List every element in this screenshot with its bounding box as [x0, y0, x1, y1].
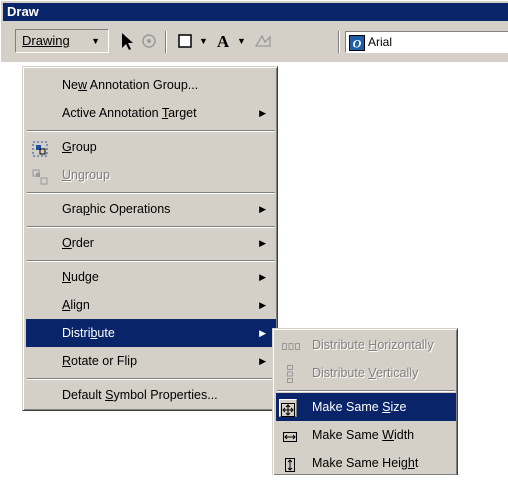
submenu-item-make-same-height[interactable]: Make Same Height [276, 449, 456, 477]
menu-separator [27, 226, 275, 228]
text-dropdown-icon[interactable]: ▼ [237, 31, 246, 51]
toolbar-separator [338, 31, 340, 53]
menu-item-label: New Annotation Group... [62, 78, 199, 92]
drawing-menu-label: Drawing [22, 33, 70, 48]
submenu-arrow-icon: ▶ [259, 108, 266, 118]
drawing-menu-button[interactable]: Drawing ▼ [15, 29, 109, 53]
submenu-item-label: Distribute Horizontally [312, 338, 434, 352]
menu-item-default-symbol-properties[interactable]: Default Symbol Properties... [26, 381, 276, 409]
toolbar-separator [165, 31, 167, 53]
svg-text:A: A [217, 32, 230, 51]
window-title[interactable]: Draw [3, 3, 508, 21]
menu-item-order[interactable]: Order ▶ [26, 229, 276, 257]
menu-separator [27, 260, 275, 262]
menu-separator [27, 378, 275, 380]
menu-item-ungroup[interactable]: Ungroup [26, 161, 276, 189]
submenu-item-make-same-size[interactable]: Make Same Size [276, 393, 456, 421]
menu-item-distribute[interactable]: Distribute ▶ [26, 319, 276, 347]
menu-item-label: Active Annotation Target [62, 106, 197, 120]
menu-item-label: Default Symbol Properties... [62, 388, 218, 402]
edit-vertices-icon[interactable] [253, 31, 273, 51]
make-same-size-icon [279, 399, 297, 417]
menu-item-align[interactable]: Align ▶ [26, 291, 276, 319]
text-A-icon[interactable]: A [213, 31, 233, 51]
submenu-arrow-icon: ▶ [259, 238, 266, 248]
submenu-item-distribute-horizontally[interactable]: Distribute Horizontally [276, 331, 456, 359]
draw-toolbar-window: Draw Drawing ▼ ▼ A ▼ O Arial [0, 0, 508, 62]
font-name-value: Arial [368, 35, 393, 49]
menu-item-label: Group [62, 140, 97, 154]
menu-item-label: Ungroup [62, 168, 110, 182]
submenu-item-distribute-vertically[interactable]: Distribute Vertically [276, 359, 456, 387]
submenu-arrow-icon: ▶ [259, 204, 266, 214]
drawing-menu: New Annotation Group... Active Annotatio… [22, 66, 278, 411]
submenu-arrow-icon: ▶ [259, 356, 266, 366]
font-name-combobox[interactable]: O Arial [345, 31, 508, 53]
menu-item-label: Align [62, 298, 90, 312]
submenu-item-label: Make Same Width [312, 428, 415, 442]
svg-text:O: O [353, 37, 362, 51]
menu-item-label: Order [62, 236, 94, 250]
menu-item-label: Rotate or Flip [62, 354, 138, 368]
menu-separator [27, 192, 275, 194]
submenu-item-make-same-width[interactable]: Make Same Width [276, 421, 456, 449]
menu-separator [27, 130, 275, 132]
menu-item-nudge[interactable]: Nudge ▶ [26, 263, 276, 291]
submenu-separator [277, 390, 455, 392]
menu-item-rotate-or-flip[interactable]: Rotate or Flip ▶ [26, 347, 276, 375]
rotate-icon[interactable] [139, 31, 159, 51]
menu-item-graphic-operations[interactable]: Graphic Operations ▶ [26, 195, 276, 223]
submenu-arrow-icon: ▶ [259, 328, 266, 338]
rectangle-dropdown-icon[interactable]: ▼ [199, 31, 208, 51]
font-icon: O [349, 35, 365, 57]
menu-item-new-annotation-group[interactable]: New Annotation Group... [26, 71, 276, 99]
make-same-height-icon [282, 455, 298, 483]
menu-item-label: Nudge [62, 270, 99, 284]
rectangle-icon[interactable] [175, 31, 195, 51]
distribute-vertically-icon [282, 365, 298, 393]
menu-item-label: Distribute [62, 326, 115, 340]
menu-item-label: Graphic Operations [62, 202, 171, 216]
menu-item-active-annotation-target[interactable]: Active Annotation Target ▶ [26, 99, 276, 127]
ungroup-icon [32, 167, 48, 195]
chevron-down-icon: ▼ [91, 36, 100, 46]
submenu-item-label: Make Same Height [312, 456, 419, 470]
submenu-arrow-icon: ▶ [259, 272, 266, 282]
submenu-item-label: Distribute Vertically [312, 366, 419, 380]
submenu-item-label: Make Same Size [312, 400, 407, 414]
submenu-arrow-icon: ▶ [259, 300, 266, 310]
distribute-submenu: Distribute Horizontally Distribute Verti… [272, 328, 458, 475]
draw-toolbar: Drawing ▼ ▼ A ▼ O Arial [3, 23, 508, 63]
menu-item-group[interactable]: Group [26, 133, 276, 161]
select-arrow-icon[interactable] [117, 31, 137, 51]
